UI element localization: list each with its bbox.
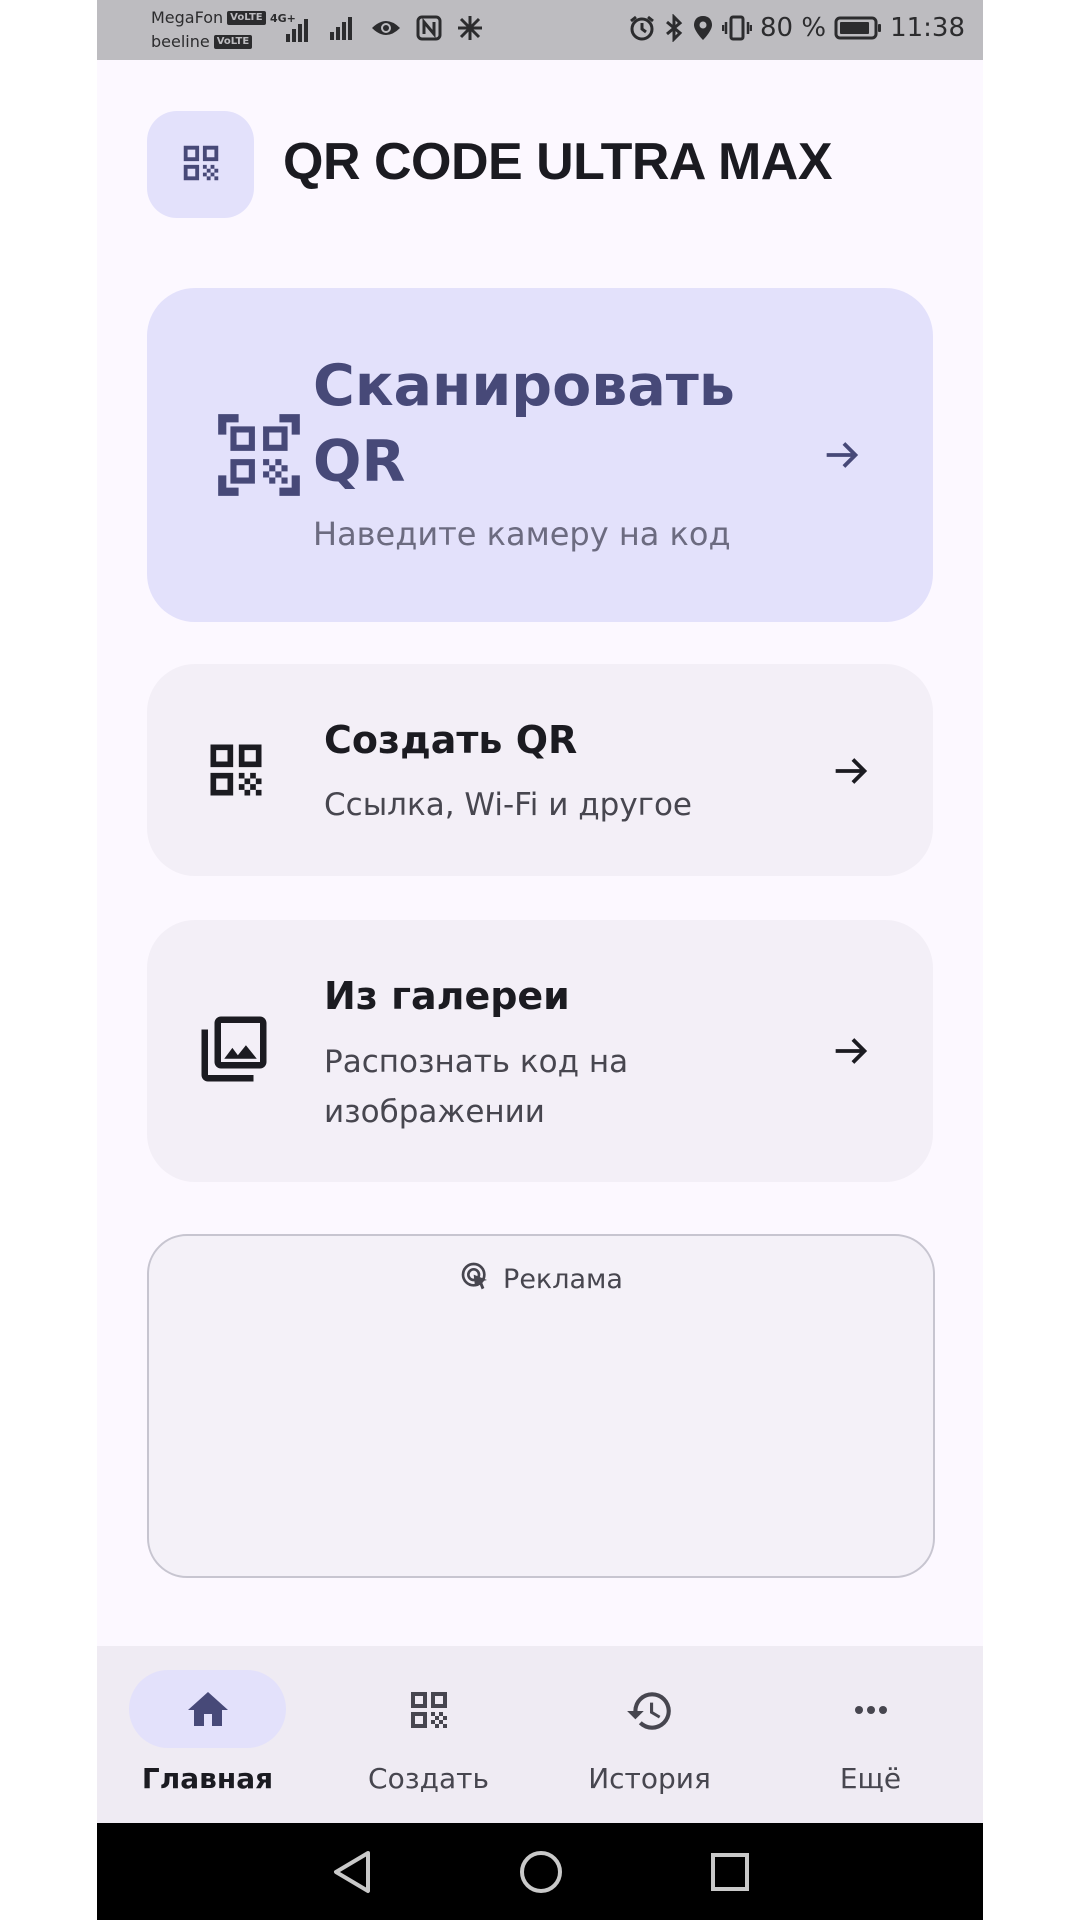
signal-icon: [328, 14, 356, 46]
vibrate-icon: [722, 14, 752, 42]
history-icon: [625, 1686, 675, 1740]
nav-label: Создать: [368, 1762, 489, 1795]
nav-label: История: [588, 1762, 711, 1795]
home-icon: [184, 1686, 232, 1738]
scan-card-title: Сканировать QR: [313, 353, 735, 495]
battery-percent: 80 %: [760, 13, 827, 43]
create-card-subtitle: Ссылка, Wi-Fi и другое: [324, 787, 693, 823]
qr-code-icon: [202, 736, 270, 808]
gallery-card-subtitle: Распознать код на изображении: [324, 1044, 629, 1130]
arrow-right-icon: [828, 1028, 874, 1078]
carrier-info: MegaFon VoLTE beeline VoLTE: [151, 6, 266, 54]
qr-code-icon: [405, 1686, 453, 1738]
nav-item-home[interactable]: Главная: [97, 1646, 318, 1823]
ad-text: Реклама: [503, 1264, 623, 1295]
sparkle-icon: [456, 14, 484, 46]
app-logo: [147, 111, 254, 218]
nav-item-create[interactable]: Создать: [318, 1646, 539, 1823]
battery-icon: [834, 15, 882, 41]
ad-banner[interactable]: Реклама: [147, 1234, 935, 1578]
volte-badge: VoLTE: [227, 11, 266, 25]
carrier-2-name: beeline: [151, 32, 210, 51]
network-type-label: 4G+: [270, 12, 296, 25]
app-screen: MegaFon VoLTE beeline VoLTE 4G+ 80 % 11:…: [97, 0, 983, 1920]
nav-item-more[interactable]: Ещё: [760, 1646, 981, 1823]
ad-label: Реклама: [149, 1260, 933, 1299]
bluetooth-icon: [664, 14, 684, 42]
create-card-title: Создать QR: [324, 718, 578, 762]
nav-label: Главная: [141, 1762, 274, 1795]
clock: 11:38: [890, 13, 965, 43]
home-circle-icon[interactable]: [518, 1849, 564, 1899]
back-icon[interactable]: [330, 1849, 374, 1899]
gallery-card-title: Из галереи: [324, 974, 570, 1018]
volte-badge: VoLTE: [213, 35, 253, 49]
page-title: QR CODE ULTRA MAX: [283, 133, 833, 191]
recents-icon[interactable]: [709, 1849, 751, 1899]
location-icon: [692, 14, 714, 42]
status-bar: MegaFon VoLTE beeline VoLTE 4G+ 80 % 11:…: [97, 0, 983, 60]
nav-item-history[interactable]: История: [539, 1646, 760, 1823]
status-right-icons: 80 % 11:38: [628, 13, 965, 43]
qr-scan-icon: [210, 406, 308, 508]
status-left-icons: 4G+: [270, 12, 484, 46]
scan-card-subtitle: Наведите камеру на код: [313, 515, 731, 553]
signal-icon: 4G+: [270, 12, 314, 44]
qr-code-icon: [178, 140, 224, 190]
eye-icon: [370, 16, 402, 44]
nav-label: Ещё: [839, 1762, 902, 1795]
bottom-navigation: Главная Создать История Ещё: [97, 1646, 983, 1823]
more-icon: [847, 1686, 895, 1738]
photo-library-icon: [195, 1010, 273, 1092]
arrow-right-icon: [828, 748, 874, 798]
arrow-right-icon: [819, 432, 865, 482]
ad-cursor-icon: [459, 1260, 491, 1299]
alarm-icon: [628, 14, 656, 42]
system-navigation-bar: [97, 1823, 983, 1920]
carrier-1-name: MegaFon: [151, 8, 224, 27]
nfc-icon: [416, 15, 442, 45]
